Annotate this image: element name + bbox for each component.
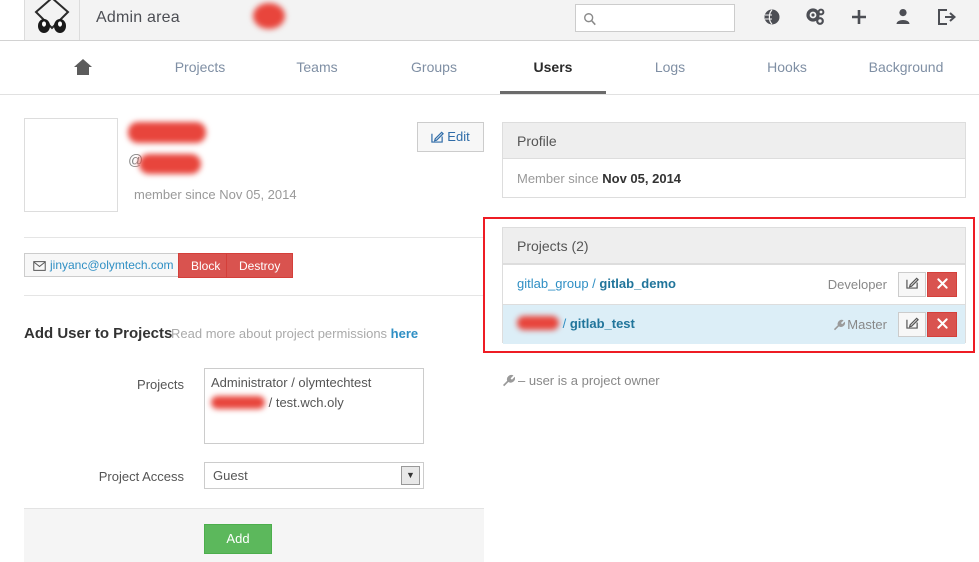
project-access-label-1: Master (847, 317, 887, 332)
user-email-text: jinyanc@olymtech.com (50, 258, 174, 272)
close-x-icon (936, 318, 948, 329)
tab-logs[interactable]: Logs (640, 41, 700, 94)
edit-membership-button-0[interactable] (898, 272, 926, 297)
projects-panel-title: Projects (2) (503, 228, 965, 264)
user-email-button[interactable]: jinyanc@olymtech.com (24, 253, 183, 277)
add-user-subtext-label: Read more about project permissions (171, 326, 391, 341)
project-owner-legend: – user is a project owner (502, 373, 660, 388)
redacted-namespace (211, 396, 265, 409)
add-user-subtext: Read more about project permissions here (171, 326, 418, 341)
top-navbar: Admin area (0, 0, 979, 41)
projects-option-1-label: / test.wch.oly (265, 395, 344, 410)
project-access-value: Guest (213, 468, 248, 483)
tab-users[interactable]: Users (500, 41, 606, 94)
project-permissions-link[interactable]: here (391, 326, 418, 341)
table-row[interactable]: / gitlab_test Master (503, 304, 965, 344)
member-since-text: member since Nov 05, 2014 (134, 187, 297, 202)
project-link-1[interactable]: / gitlab_test (517, 316, 635, 331)
tab-groups[interactable]: Groups (394, 41, 474, 94)
tab-background[interactable]: Background (856, 41, 956, 94)
tab-hooks[interactable]: Hooks (752, 41, 822, 94)
project-name-1: gitlab_test (569, 316, 635, 331)
projects-panel: Projects (2) gitlab_group / gitlab_demo … (502, 227, 966, 344)
redacted-user-name (128, 122, 206, 143)
profile-panel: Profile Member since Nov 05, 2014 (502, 122, 966, 198)
home-icon (74, 58, 92, 75)
edit-button-label: Edit (447, 129, 470, 144)
pencil-square-icon (905, 317, 919, 329)
close-x-icon (936, 278, 948, 289)
form-footer: Add (24, 508, 484, 562)
remove-membership-button-1[interactable] (927, 312, 957, 337)
user-icon[interactable] (883, 8, 923, 25)
project-namespace-0: gitlab_group (517, 276, 589, 291)
plus-icon[interactable] (839, 8, 879, 25)
tab-projects[interactable]: Projects (155, 41, 245, 94)
profile-panel-title: Profile (503, 123, 965, 159)
projects-option-1[interactable]: / test.wch.oly (211, 393, 417, 413)
member-since-prefix: Member since (517, 171, 603, 186)
project-access-label-0: Developer (827, 277, 887, 292)
gitlab-tanuki-logo[interactable] (26, 0, 80, 40)
divider-bottom (24, 295, 484, 296)
admin-nav-tabs: Projects Teams Groups Users Logs Hooks B… (0, 41, 979, 95)
wrench-icon (503, 374, 516, 387)
projects-option-0[interactable]: Administrator / olymtechtest (211, 373, 417, 393)
edit-membership-button-1[interactable] (898, 312, 926, 337)
search-icon (583, 12, 597, 26)
project-link-0[interactable]: gitlab_group / gitlab_demo (517, 276, 676, 291)
tab-home[interactable] (60, 41, 106, 94)
project-access-0: Developer (828, 277, 887, 292)
edit-button[interactable]: Edit (417, 122, 484, 152)
page-title: Admin area (96, 9, 180, 26)
search-box[interactable] (575, 4, 735, 32)
project-separator-0: / (588, 276, 600, 291)
redacted-brand-label (253, 3, 285, 29)
projects-field-label: Projects (137, 377, 184, 392)
destroy-button[interactable]: Destroy (226, 253, 294, 278)
redacted-user-handle (139, 154, 201, 174)
cogs-icon[interactable] (796, 8, 836, 26)
projects-multiselect[interactable]: Administrator / olymtechtest / test.wch.… (204, 368, 424, 444)
tab-teams[interactable]: Teams (280, 41, 354, 94)
profile-panel-body: Member since Nov 05, 2014 (503, 159, 965, 198)
project-owner-legend-text: – user is a project owner (518, 373, 660, 388)
project-access-label: Project Access (98, 469, 184, 484)
sign-out-icon[interactable] (927, 8, 967, 25)
envelope-icon (33, 261, 46, 271)
add-user-heading: Add User to Projects (24, 325, 173, 342)
redacted-namespace (517, 316, 559, 330)
search-input[interactable] (600, 5, 730, 31)
add-button[interactable]: Add (204, 524, 272, 554)
pencil-square-icon (431, 131, 445, 143)
project-separator-1: / (559, 316, 570, 331)
pencil-square-icon (905, 277, 919, 289)
navbar-left-strip (0, 0, 25, 40)
avatar (24, 118, 118, 212)
remove-membership-button-0[interactable] (927, 272, 957, 297)
chevron-down-icon[interactable]: ▼ (401, 466, 420, 485)
project-access-select[interactable]: Guest ▼ (204, 462, 424, 489)
member-since-date: Nov 05, 2014 (602, 171, 682, 186)
table-row[interactable]: gitlab_group / gitlab_demo Developer (503, 264, 965, 304)
divider-top (24, 237, 484, 238)
gitlab-tanuki-logo-icon (34, 0, 70, 33)
project-name-0: gitlab_demo (599, 276, 676, 291)
project-access-1: Master (833, 317, 887, 332)
globe-icon[interactable] (752, 8, 792, 26)
navbar-icons (752, 8, 967, 32)
wrench-icon (834, 319, 846, 331)
